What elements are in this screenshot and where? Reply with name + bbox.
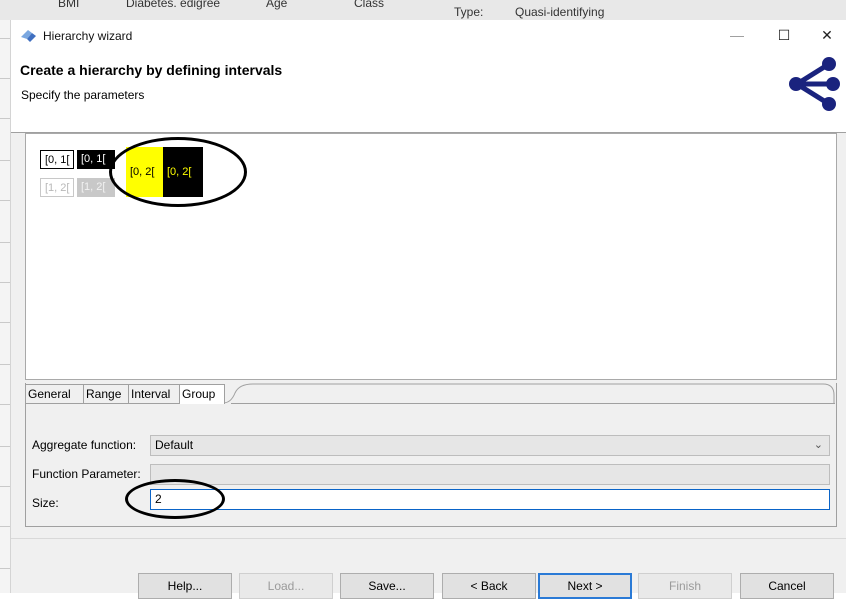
content-area: [0, 1[ [0, 1[ [1, 2[ [1, 2[ [0, 2[ [0, 2…	[11, 133, 846, 599]
help-button[interactable]: Help...	[138, 573, 232, 599]
load-button[interactable]: Load...	[239, 573, 333, 599]
size-label: Size:	[32, 496, 59, 510]
app-icon	[20, 28, 38, 47]
background-window-strip: BMI Diabetes. edigree Age Class Type: Qu…	[0, 0, 846, 21]
tab-strip-fill	[222, 383, 835, 404]
button-row-separator	[11, 538, 846, 539]
bg-cell: Quasi-identifying	[515, 5, 605, 19]
annotation-oval	[109, 137, 247, 207]
function-parameter-field[interactable]	[150, 464, 830, 485]
function-parameter-label: Function Parameter:	[32, 467, 141, 481]
background-window-edge	[0, 20, 10, 593]
annotation-oval	[125, 479, 225, 519]
page-title: Create a hierarchy by defining intervals	[20, 62, 283, 78]
tab-general[interactable]: General	[25, 384, 84, 403]
save-button[interactable]: Save...	[340, 573, 434, 599]
back-button[interactable]: < Back	[442, 573, 536, 599]
cancel-button[interactable]: Cancel	[740, 573, 834, 599]
finish-button[interactable]: Finish	[638, 573, 732, 599]
wizard-header: Create a hierarchy by defining intervals…	[11, 50, 846, 132]
aggregate-function-label: Aggregate function:	[32, 438, 137, 452]
tab-interval[interactable]: Interval	[128, 384, 180, 403]
hierarchy-logo-icon	[787, 56, 843, 115]
next-button[interactable]: Next >	[538, 573, 632, 599]
chevron-down-icon: ⌄	[813, 439, 823, 451]
aggregate-function-value: Default	[155, 438, 194, 452]
bg-cell: Class	[354, 0, 385, 10]
minimize-button[interactable]: —	[722, 25, 752, 45]
preview-node: [0, 1[	[40, 150, 75, 169]
bg-cell: BMI	[58, 0, 80, 10]
bg-cell: Age	[266, 0, 288, 10]
preview-node: [1, 2[	[77, 178, 115, 197]
bg-cell: Type:	[454, 5, 484, 19]
tab-range[interactable]: Range	[83, 384, 129, 403]
window-title: Hierarchy wizard	[43, 29, 133, 43]
title-bar: Hierarchy wizard — ☐ ✕	[11, 20, 846, 50]
preview-node: [1, 2[	[40, 178, 75, 197]
hierarchy-wizard-window: Hierarchy wizard — ☐ ✕ Create a hierarch…	[10, 20, 846, 599]
close-button[interactable]: ✕	[812, 25, 842, 45]
maximize-button[interactable]: ☐	[769, 25, 799, 45]
aggregate-function-select[interactable]: Default ⌄	[150, 435, 830, 456]
page-subtitle: Specify the parameters	[21, 88, 145, 102]
bg-cell: Diabetes. edigree	[126, 0, 221, 10]
size-input[interactable]: 2	[150, 489, 830, 510]
tab-group[interactable]: Group	[179, 384, 225, 404]
hierarchy-preview: [0, 1[ [0, 1[ [1, 2[ [1, 2[ [0, 2[ [0, 2…	[25, 133, 837, 380]
